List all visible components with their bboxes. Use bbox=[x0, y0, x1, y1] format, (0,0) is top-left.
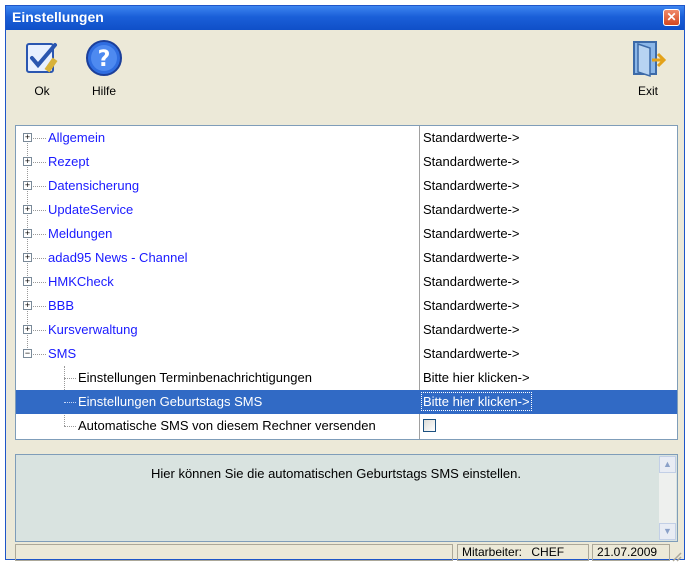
tree-item-hmkcheck[interactable]: + HMKCheck Standardwerte-> bbox=[16, 270, 677, 294]
tree-item-label: SMS bbox=[48, 346, 77, 361]
expand-icon[interactable]: + bbox=[23, 325, 32, 334]
close-icon: ✕ bbox=[666, 10, 677, 24]
tree-item-label: BBB bbox=[48, 298, 75, 313]
click-here-link[interactable]: Bitte hier klicken-> bbox=[423, 370, 530, 385]
status-date: 21.07.2009 bbox=[592, 544, 670, 561]
tree-item-rezept[interactable]: + Rezept Standardwerte-> bbox=[16, 150, 677, 174]
question-mark-icon: ? bbox=[86, 40, 122, 76]
exit-door-icon bbox=[633, 41, 667, 78]
defaults-link[interactable]: Standardwerte-> bbox=[423, 250, 519, 265]
expand-icon[interactable]: + bbox=[23, 253, 32, 262]
tree-item-label: Meldungen bbox=[48, 226, 113, 241]
tree-item-label: UpdateService bbox=[48, 202, 134, 217]
description-text: Hier können Sie die automatischen Geburt… bbox=[151, 466, 521, 481]
defaults-link[interactable]: Standardwerte-> bbox=[423, 298, 519, 313]
collapse-icon[interactable]: − bbox=[23, 349, 32, 358]
close-button[interactable]: ✕ bbox=[663, 9, 680, 26]
title-bar: Einstellungen ✕ bbox=[6, 6, 684, 30]
defaults-link[interactable]: Standardwerte-> bbox=[423, 274, 519, 289]
svg-text:?: ? bbox=[98, 47, 111, 72]
resize-grip-icon[interactable] bbox=[670, 550, 682, 562]
chevron-up-icon: ▲ bbox=[663, 459, 672, 469]
description-scrollbar[interactable]: ▲ ▼ bbox=[659, 456, 676, 540]
tree-item-label: HMKCheck bbox=[48, 274, 114, 289]
tree-item-label: Einstellungen Geburtstags SMS bbox=[78, 394, 263, 409]
settings-tree: + Allgemein Standardwerte-> + Rezept Sta… bbox=[15, 125, 678, 440]
exit-button[interactable]: Exit bbox=[618, 38, 678, 118]
ok-button[interactable]: Ok bbox=[12, 38, 72, 118]
defaults-link[interactable]: Standardwerte-> bbox=[423, 226, 519, 241]
expand-icon[interactable]: + bbox=[23, 205, 32, 214]
defaults-link[interactable]: Standardwerte-> bbox=[423, 178, 519, 193]
defaults-link[interactable]: Standardwerte-> bbox=[423, 322, 519, 337]
tree-item-meldungen[interactable]: + Meldungen Standardwerte-> bbox=[16, 222, 677, 246]
tree-item-label: Rezept bbox=[48, 154, 90, 169]
tree-item-label: Einstellungen Terminbenachrichtigungen bbox=[78, 370, 312, 385]
exit-label: Exit bbox=[637, 84, 658, 98]
tree-item-label: Datensicherung bbox=[48, 178, 140, 193]
defaults-link[interactable]: Standardwerte-> bbox=[423, 154, 519, 169]
expand-icon[interactable]: + bbox=[23, 229, 32, 238]
expand-icon[interactable]: + bbox=[23, 133, 32, 142]
scroll-up-button[interactable]: ▲ bbox=[659, 456, 676, 473]
employee-status: Mitarbeiter: CHEF bbox=[457, 544, 589, 561]
tree-item-allgemein[interactable]: + Allgemein Standardwerte-> bbox=[16, 126, 677, 150]
tree-item-sms-geburtstag[interactable]: Einstellungen Geburtstags SMS Bitte hier… bbox=[16, 390, 677, 414]
description-panel: Hier können Sie die automatischen Geburt… bbox=[15, 454, 678, 542]
tree-item-sms-termin[interactable]: Einstellungen Terminbenachrichtigungen B… bbox=[16, 366, 677, 390]
status-message bbox=[15, 544, 453, 561]
window-title: Einstellungen bbox=[12, 9, 104, 25]
help-button[interactable]: ? Hilfe bbox=[74, 38, 134, 118]
defaults-link[interactable]: Standardwerte-> bbox=[423, 346, 519, 361]
tree-item-label: Allgemein bbox=[48, 130, 106, 145]
expand-icon[interactable]: + bbox=[23, 181, 32, 190]
auto-sms-checkbox[interactable] bbox=[423, 419, 436, 432]
expand-icon[interactable]: + bbox=[23, 157, 32, 166]
expand-icon[interactable]: + bbox=[23, 301, 32, 310]
checkmark-document-icon bbox=[26, 43, 58, 73]
help-label: Hilfe bbox=[91, 84, 116, 98]
tree-item-sms[interactable]: − SMS Standardwerte-> bbox=[16, 342, 677, 366]
defaults-link[interactable]: Standardwerte-> bbox=[423, 202, 519, 217]
settings-window: Einstellungen ✕ Ok ? Hilfe Exit + Allgem… bbox=[5, 5, 685, 562]
tree-item-label: Automatische SMS von diesem Rechner vers… bbox=[78, 418, 376, 433]
tree-item-datensicherung[interactable]: + Datensicherung Standardwerte-> bbox=[16, 174, 677, 198]
status-bar: Mitarbeiter: CHEF 21.07.2009 bbox=[15, 544, 682, 562]
tree-item-news-channel[interactable]: + adad95 News - Channel Standardwerte-> bbox=[16, 246, 677, 270]
defaults-link[interactable]: Standardwerte-> bbox=[423, 130, 519, 145]
scroll-down-button[interactable]: ▼ bbox=[659, 523, 676, 540]
expand-icon[interactable]: + bbox=[23, 277, 32, 286]
toolbar: Ok ? Hilfe Exit bbox=[6, 30, 684, 124]
employee-label: Mitarbeiter: bbox=[462, 545, 523, 559]
chevron-down-icon: ▼ bbox=[663, 526, 672, 536]
tree-item-kursverwaltung[interactable]: + Kursverwaltung Standardwerte-> bbox=[16, 318, 677, 342]
tree-item-bbb[interactable]: + BBB Standardwerte-> bbox=[16, 294, 677, 318]
click-here-link[interactable]: Bitte hier klicken-> bbox=[421, 392, 532, 411]
ok-label: Ok bbox=[34, 84, 50, 98]
employee-value: CHEF bbox=[531, 545, 565, 559]
tree-item-sms-auto[interactable]: Automatische SMS von diesem Rechner vers… bbox=[16, 414, 677, 438]
tree-item-label: adad95 News - Channel bbox=[48, 250, 188, 265]
tree-item-label: Kursverwaltung bbox=[48, 322, 138, 337]
tree-item-updateservice[interactable]: + UpdateService Standardwerte-> bbox=[16, 198, 677, 222]
